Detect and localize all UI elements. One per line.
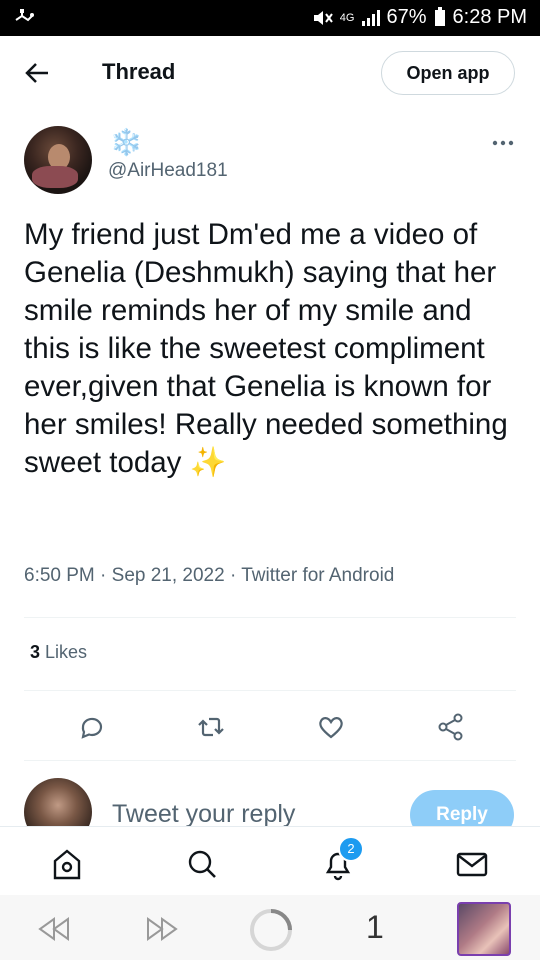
- tab-count[interactable]: 1: [366, 909, 384, 946]
- divider: [24, 760, 516, 761]
- thread-header: Thread Open app: [0, 36, 540, 112]
- divider: [0, 826, 540, 827]
- author-display-name[interactable]: ❄️: [110, 127, 142, 158]
- retweet-icon[interactable]: [191, 707, 231, 747]
- likes-label: Likes: [45, 642, 88, 662]
- browser-back-icon[interactable]: [34, 913, 74, 945]
- clock: 6:28 PM: [452, 6, 527, 28]
- notification-badge: 2: [338, 836, 364, 862]
- tab-thumbnail[interactable]: [457, 902, 511, 956]
- tweet-timestamp: 6:50 PM · Sep 21, 2022 · Twitter for And…: [24, 565, 395, 586]
- loading-icon: [250, 909, 292, 951]
- battery-icon: [434, 6, 445, 26]
- open-app-button[interactable]: Open app: [381, 51, 515, 95]
- tweet-actions: [0, 707, 540, 747]
- reply-input[interactable]: Tweet your reply: [112, 800, 295, 829]
- page-title: Thread: [102, 59, 176, 84]
- home-icon[interactable]: [47, 845, 87, 883]
- share-icon[interactable]: [431, 707, 471, 747]
- signal-icon: [362, 9, 381, 26]
- browser-forward-icon[interactable]: [142, 913, 182, 945]
- author-handle[interactable]: @AirHead181: [108, 160, 228, 182]
- mute-icon: [313, 10, 333, 25]
- battery-percent: 67%: [386, 6, 427, 28]
- status-bar: 4G 67% 6:28 PM: [0, 0, 540, 36]
- author-avatar[interactable]: [24, 126, 92, 194]
- back-arrow-icon[interactable]: [24, 60, 50, 86]
- likes-number: 3: [30, 642, 41, 662]
- divider: [24, 690, 516, 691]
- usb-icon: [15, 9, 34, 22]
- more-options-icon[interactable]: [492, 138, 514, 148]
- divider: [24, 617, 516, 618]
- like-icon[interactable]: [311, 707, 351, 747]
- search-icon[interactable]: [182, 845, 222, 883]
- reply-icon[interactable]: [71, 707, 111, 747]
- messages-icon[interactable]: [452, 845, 492, 883]
- tweet-text: My friend just Dm'ed me a video of Genel…: [24, 218, 516, 479]
- likes-count[interactable]: 3 Likes: [30, 642, 87, 663]
- network-type: 4G: [339, 11, 355, 24]
